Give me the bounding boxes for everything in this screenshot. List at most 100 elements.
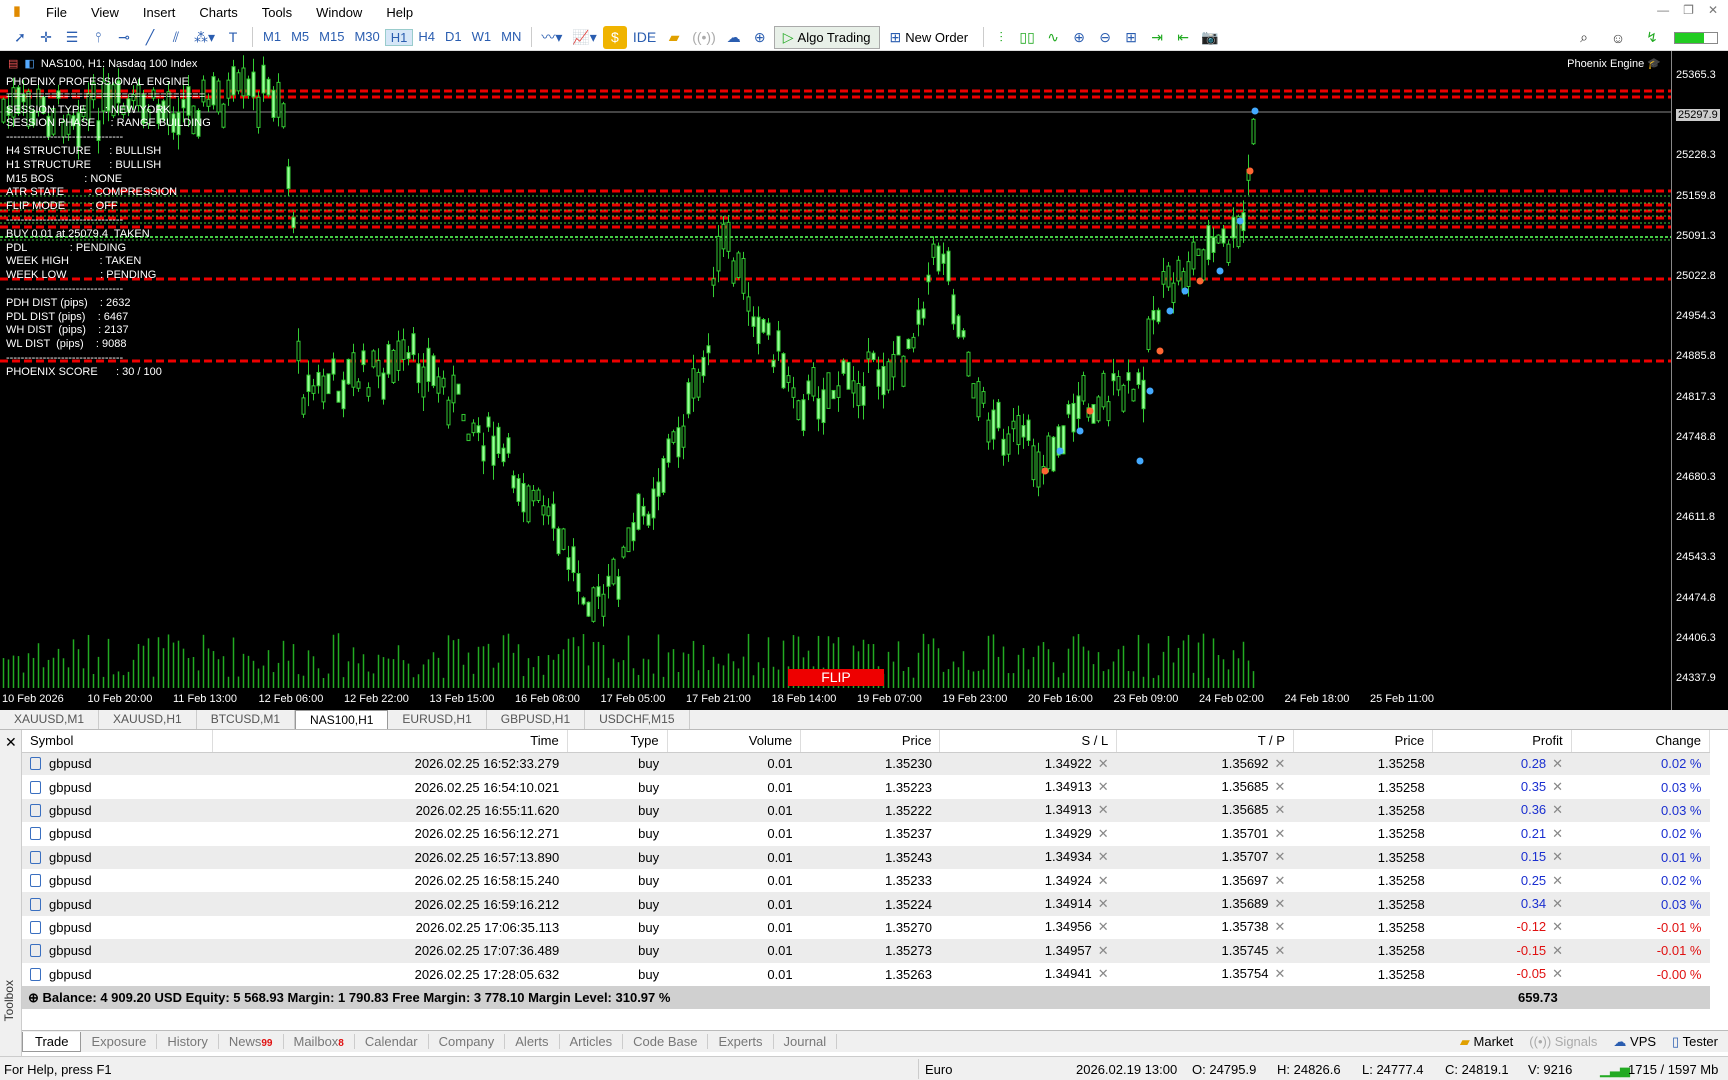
tab-news[interactable]: News99 bbox=[219, 1034, 284, 1049]
menu-window[interactable]: Window bbox=[304, 5, 374, 20]
remove-icon[interactable]: ✕ bbox=[1098, 943, 1109, 958]
remove-icon[interactable]: ✕ bbox=[1552, 826, 1563, 841]
remove-icon[interactable]: ✕ bbox=[1275, 873, 1286, 888]
search-icon[interactable]: ⌕ bbox=[1572, 26, 1596, 49]
chart-tab[interactable]: NAS100,H1 bbox=[295, 710, 389, 729]
remove-icon[interactable]: ✕ bbox=[1552, 896, 1563, 911]
menu-help[interactable]: Help bbox=[374, 5, 425, 20]
chart-tab[interactable]: GBPUSD,H1 bbox=[487, 710, 586, 729]
market-tab[interactable]: ▰ Market bbox=[1460, 1034, 1513, 1050]
column-header[interactable]: S / L bbox=[939, 730, 1118, 753]
profile-name[interactable]: Euro bbox=[925, 1062, 952, 1077]
remove-icon[interactable]: ✕ bbox=[1098, 802, 1109, 817]
remove-icon[interactable]: ✕ bbox=[1552, 966, 1563, 981]
cloud-icon[interactable]: ☁ bbox=[722, 26, 746, 49]
screenshot-icon[interactable]: 📷 bbox=[1197, 26, 1222, 49]
remove-icon[interactable]: ✕ bbox=[1275, 919, 1286, 934]
menu-charts[interactable]: Charts bbox=[187, 5, 249, 20]
remove-icon[interactable]: ✕ bbox=[1098, 826, 1109, 841]
column-header[interactable]: T / P bbox=[1116, 730, 1294, 753]
tab-mailbox[interactable]: Mailbox8 bbox=[284, 1034, 355, 1049]
zoom-out-icon[interactable]: ⊖ bbox=[1093, 26, 1117, 49]
lines-icon[interactable]: ☰ bbox=[60, 26, 84, 49]
menu-file[interactable]: File bbox=[34, 5, 79, 20]
column-header[interactable]: Volume bbox=[667, 730, 802, 753]
column-header[interactable]: Profit bbox=[1432, 730, 1572, 753]
column-header[interactable]: Price bbox=[1293, 730, 1434, 753]
table-row[interactable]: gbpusd 2026.02.25 16:58:15.240 buy 0.01 1.35… bbox=[22, 869, 1710, 892]
table-row[interactable]: gbpusd 2026.02.25 16:55:11.620 buy 0.01 1.35… bbox=[22, 798, 1710, 823]
crosshair-icon[interactable]: ✛ bbox=[34, 26, 58, 49]
remove-icon[interactable]: ✕ bbox=[1275, 849, 1286, 864]
dollar-icon[interactable]: $ bbox=[602, 25, 627, 49]
zoom-in-icon[interactable]: ⊕ bbox=[1067, 26, 1091, 49]
timeframe-h4[interactable]: H4 bbox=[413, 29, 440, 46]
timeframe-m5[interactable]: M5 bbox=[286, 29, 314, 46]
timeframe-mn[interactable]: MN bbox=[496, 29, 526, 46]
timeframe-m30[interactable]: M30 bbox=[349, 29, 384, 46]
timeframe-m1[interactable]: M1 bbox=[258, 29, 286, 46]
table-row[interactable]: gbpusd 2026.02.25 16:59:16.212 buy 0.01 1.35… bbox=[22, 892, 1710, 916]
tab-trade[interactable]: Trade bbox=[22, 1031, 82, 1052]
remove-icon[interactable]: ✕ bbox=[1275, 826, 1286, 841]
remove-icon[interactable]: ✕ bbox=[1098, 873, 1109, 888]
menu-view[interactable]: View bbox=[79, 5, 131, 20]
restore-icon[interactable]: ❐ bbox=[1683, 3, 1694, 17]
remove-icon[interactable]: ✕ bbox=[1552, 756, 1563, 771]
tab-experts[interactable]: Experts bbox=[708, 1034, 774, 1049]
signals-tab[interactable]: ((•)) Signals bbox=[1529, 1034, 1597, 1050]
tab-company[interactable]: Company bbox=[429, 1034, 506, 1049]
column-header[interactable]: Price bbox=[800, 730, 941, 753]
tile-windows-icon[interactable]: ⊞ bbox=[1119, 26, 1143, 49]
remove-icon[interactable]: ✕ bbox=[1098, 849, 1109, 864]
column-header[interactable]: Symbol bbox=[22, 730, 213, 753]
tab-calendar[interactable]: Calendar bbox=[355, 1034, 429, 1049]
remove-icon[interactable]: ✕ bbox=[1275, 966, 1286, 981]
trendline-icon[interactable]: ╱ bbox=[138, 26, 162, 49]
remove-icon[interactable]: ✕ bbox=[1098, 756, 1109, 771]
table-row[interactable]: gbpusd 2026.02.25 16:54:10.021 buy 0.01 1.35… bbox=[22, 775, 1710, 798]
line-chart-icon[interactable]: ∿ bbox=[1041, 26, 1065, 49]
remove-icon[interactable]: ✕ bbox=[1275, 943, 1286, 958]
menu-tools[interactable]: Tools bbox=[250, 5, 304, 20]
auto-scroll-icon[interactable]: ⇥ bbox=[1145, 26, 1169, 49]
bar-chart-icon[interactable]: ⫶ bbox=[989, 26, 1013, 49]
remove-icon[interactable]: ✕ bbox=[1275, 896, 1286, 911]
remove-icon[interactable]: ✕ bbox=[1098, 896, 1109, 911]
close-icon[interactable]: ✕ bbox=[1708, 3, 1718, 17]
horizontal-line-icon[interactable]: ⊸ bbox=[112, 26, 136, 49]
chart-shift-icon[interactable]: ⇤ bbox=[1171, 26, 1195, 49]
bag-icon[interactable]: ▰ bbox=[662, 26, 686, 49]
table-row[interactable]: gbpusd 2026.02.25 16:52:33.279 buy 0.01 1.35… bbox=[22, 752, 1710, 776]
close-toolbox-icon[interactable]: ✕ bbox=[5, 734, 17, 751]
column-header[interactable]: Type bbox=[567, 730, 668, 753]
timeframe-h1[interactable]: H1 bbox=[384, 28, 414, 46]
shapes-icon[interactable]: ⁂▾ bbox=[190, 26, 219, 49]
indicators-icon[interactable]: 📈▾ bbox=[568, 26, 600, 49]
chart-tab[interactable]: BTCUSD,M1 bbox=[197, 710, 296, 729]
remove-icon[interactable]: ✕ bbox=[1552, 802, 1563, 817]
price-axis[interactable]: 25365.3 25297.9 25228.3 25159.8 25091.3 25022… bbox=[1671, 51, 1728, 710]
tab-code-base[interactable]: Code Base bbox=[623, 1034, 709, 1049]
tab-history[interactable]: History bbox=[157, 1034, 219, 1049]
column-header[interactable]: Time bbox=[212, 730, 568, 753]
timeframe-w1[interactable]: W1 bbox=[467, 29, 497, 46]
column-header[interactable]: Change bbox=[1571, 730, 1711, 753]
table-row[interactable]: gbpusd 2026.02.25 16:56:12.271 buy 0.01 1.35… bbox=[22, 822, 1710, 845]
table-row[interactable]: gbpusd 2026.02.25 16:57:13.890 buy 0.01 1.35… bbox=[22, 845, 1710, 869]
remove-icon[interactable]: ✕ bbox=[1275, 756, 1286, 771]
remove-icon[interactable]: ✕ bbox=[1552, 943, 1563, 958]
chart-tab[interactable]: XAUUSD,M1 bbox=[0, 710, 100, 729]
tester-tab[interactable]: ▯ Tester bbox=[1672, 1034, 1718, 1050]
vps-tab[interactable]: ☁ VPS bbox=[1613, 1034, 1656, 1050]
new-order-button[interactable]: ⊞ New Order bbox=[882, 26, 977, 49]
ide-button[interactable]: IDE bbox=[629, 26, 660, 49]
minimize-icon[interactable]: — bbox=[1657, 3, 1669, 17]
remove-icon[interactable]: ✕ bbox=[1552, 873, 1563, 888]
remove-icon[interactable]: ✕ bbox=[1552, 849, 1563, 864]
timeframe-m15[interactable]: M15 bbox=[314, 29, 349, 46]
remove-icon[interactable]: ✕ bbox=[1275, 779, 1286, 794]
signals-icon[interactable]: ((•)) bbox=[688, 26, 720, 49]
remove-icon[interactable]: ✕ bbox=[1275, 802, 1286, 817]
algo-trading-button[interactable]: ▷ Algo Trading bbox=[773, 25, 880, 49]
